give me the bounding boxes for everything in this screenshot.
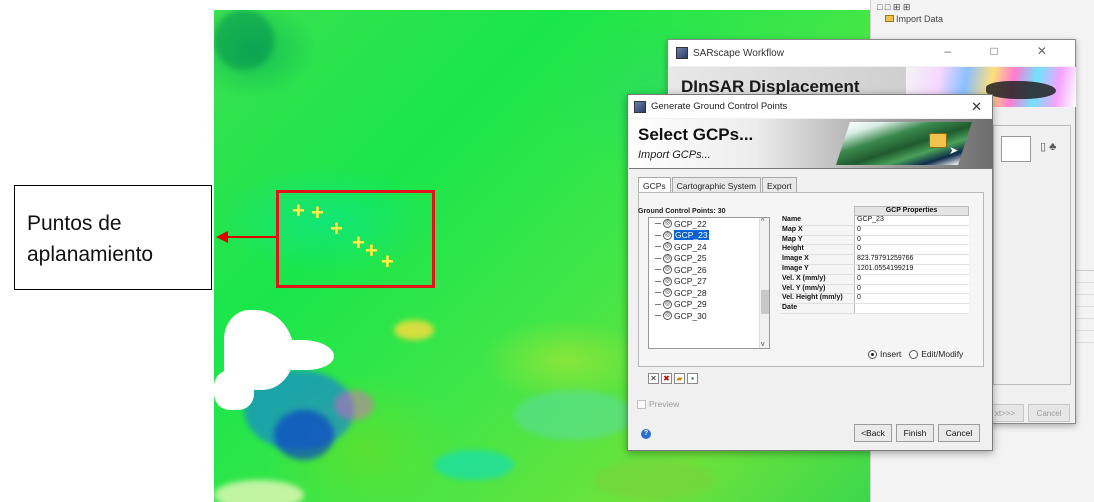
gcp-icon: ◎ bbox=[663, 219, 672, 229]
workflow-title: SARscape Workflow bbox=[693, 47, 784, 59]
list-item[interactable]: ◎ GCP_23 bbox=[649, 230, 769, 242]
cursor-icon: ➤ bbox=[949, 145, 959, 157]
gcp-toolbar: ✕ ✖ ▰ ▪ bbox=[648, 373, 698, 384]
annotation-label-line1: Puntos de bbox=[27, 212, 122, 235]
property-value-field[interactable]: 0 bbox=[854, 235, 969, 245]
tree-item-import-data[interactable]: Import Data bbox=[885, 14, 943, 24]
gcp-icon: ◎ bbox=[663, 230, 672, 240]
dialog-heading: Select GCPs... bbox=[638, 125, 754, 144]
gcp-marker: + bbox=[292, 198, 305, 223]
gcp-icon: ◎ bbox=[663, 276, 672, 286]
property-value-field[interactable]: 0 bbox=[854, 284, 969, 294]
property-value-field[interactable]: 823.79791259766 bbox=[854, 255, 969, 264]
annotation-arrow-line bbox=[228, 236, 278, 238]
gcp-marker: + bbox=[352, 230, 365, 255]
property-value-field[interactable]: 0 bbox=[854, 225, 969, 235]
workflow-input-field[interactable] bbox=[1001, 136, 1031, 162]
table-row: Vel. Y (mm/y) 0 bbox=[780, 284, 969, 295]
app-icon bbox=[676, 47, 688, 59]
gcp-properties-table: GCP Properties Name GCP_23 Map X0 Map Y0 … bbox=[780, 206, 969, 314]
gcp-icon: ◎ bbox=[663, 311, 672, 321]
finish-button[interactable]: Finish bbox=[896, 424, 934, 442]
cancel-button[interactable]: Cancel bbox=[938, 424, 980, 442]
table-row: Vel. X (mm/y) 0 bbox=[780, 274, 969, 285]
gcp-count-label: Ground Control Points: 30 bbox=[638, 208, 726, 215]
gcp-icon: ◎ bbox=[663, 242, 672, 252]
property-value-field[interactable]: 0 bbox=[854, 245, 969, 255]
workflow-cancel-button[interactable]: Cancel bbox=[1028, 404, 1070, 422]
help-icon[interactable]: ? bbox=[641, 429, 651, 439]
back-button[interactable]: <Back bbox=[854, 424, 892, 442]
chevron-down-icon[interactable]: v bbox=[761, 341, 765, 348]
workflow-browse-icons[interactable]: ▯ ♣ bbox=[1040, 140, 1056, 153]
radio-edit-modify[interactable]: Edit/Modify bbox=[909, 349, 963, 359]
radio-dot[interactable] bbox=[909, 349, 919, 359]
list-item[interactable]: ◎ GCP_25 bbox=[649, 253, 769, 265]
list-item[interactable]: ◎ GCP_22 bbox=[649, 218, 769, 230]
list-item[interactable]: ◎ GCP_27 bbox=[649, 276, 769, 288]
list-item[interactable]: ◎ GCP_26 bbox=[649, 264, 769, 276]
list-item[interactable]: ◎ GCP_24 bbox=[649, 241, 769, 253]
gcp-list[interactable]: ◎ GCP_22 ◎ GCP_23 ◎ GCP_24 ◎ GCP_25 ◎ GCP_26 … bbox=[648, 217, 770, 349]
dialog-title: Generate Ground Control Points bbox=[651, 101, 788, 112]
folder-icon bbox=[885, 15, 894, 22]
properties-header: GCP Properties bbox=[854, 206, 969, 216]
workflow-titlebar: SARscape Workflow – □ ✕ bbox=[668, 40, 1075, 66]
folder-icon bbox=[929, 133, 947, 148]
table-row: Vel. Height (mm/y) 0 bbox=[780, 294, 969, 305]
gcp-icon: ◎ bbox=[663, 265, 672, 275]
preview-checkbox[interactable]: Preview bbox=[637, 399, 679, 409]
delete-all-icon[interactable]: ✖ bbox=[661, 373, 672, 384]
list-scrollbar[interactable]: ^ v bbox=[759, 218, 769, 348]
gcp-marker: + bbox=[381, 249, 394, 274]
table-row: Height 0 bbox=[780, 245, 969, 256]
annotation-arrow-head bbox=[216, 231, 228, 243]
property-value-field[interactable]: GCP_23 bbox=[854, 216, 969, 225]
property-value-field[interactable]: 0 bbox=[854, 274, 969, 284]
gcp-icon: ◎ bbox=[663, 288, 672, 298]
app-icon bbox=[634, 100, 646, 113]
table-row: Name GCP_23 bbox=[780, 216, 969, 226]
mode-radio-group: Insert Edit/Modify bbox=[868, 349, 963, 359]
open-folder-icon[interactable]: ▰ bbox=[674, 373, 685, 384]
property-value-field[interactable] bbox=[854, 304, 969, 313]
dialog-subheading: Import GCPs... bbox=[638, 149, 711, 161]
chevron-up-icon[interactable]: ^ bbox=[761, 218, 764, 225]
gcp-marker: + bbox=[365, 238, 378, 263]
save-icon[interactable]: ▪ bbox=[687, 373, 698, 384]
table-row: Image Y 1201.0554199219 bbox=[780, 264, 969, 275]
dialog-titlebar: Generate Ground Control Points ✕ bbox=[628, 95, 992, 118]
window-controls[interactable]: – □ ✕ bbox=[944, 44, 1065, 58]
workflow-step-panel bbox=[993, 125, 1071, 385]
table-row: Map X0 bbox=[780, 225, 969, 236]
annotation-label: Puntos de aplanamiento bbox=[14, 185, 212, 290]
table-row: Image X 823.79791259766 bbox=[780, 255, 969, 265]
delete-icon[interactable]: ✕ bbox=[648, 373, 659, 384]
list-item[interactable]: ◎ GCP_29 bbox=[649, 299, 769, 311]
close-icon[interactable]: ✕ bbox=[971, 99, 982, 115]
list-item[interactable]: ◎ GCP_28 bbox=[649, 287, 769, 299]
scroll-thumb[interactable] bbox=[761, 290, 769, 314]
generate-gcp-dialog: Generate Ground Control Points ✕ Select … bbox=[627, 94, 993, 451]
property-value-field[interactable]: 1201.0554199219 bbox=[854, 264, 969, 274]
dialog-banner: Select GCPs... Import GCPs... ➤ bbox=[629, 119, 993, 169]
checkbox[interactable] bbox=[637, 399, 646, 409]
gcp-icon: ◎ bbox=[663, 253, 672, 263]
table-row: Date bbox=[780, 304, 969, 314]
radio-insert[interactable]: Insert bbox=[868, 349, 901, 359]
table-row: Map Y0 bbox=[780, 235, 969, 246]
annotation-label-line2: aplanamiento bbox=[27, 243, 154, 266]
gcp-marker: + bbox=[330, 216, 343, 241]
property-value-field[interactable]: 0 bbox=[854, 294, 969, 304]
list-item[interactable]: ◎ GCP_30 bbox=[649, 310, 769, 322]
gcp-marker: + bbox=[311, 200, 324, 225]
radio-dot[interactable] bbox=[868, 349, 877, 359]
gcp-icon: ◎ bbox=[663, 299, 672, 309]
tree-toolbar-icons: □ □ ⊞ ⊞ bbox=[877, 2, 911, 12]
